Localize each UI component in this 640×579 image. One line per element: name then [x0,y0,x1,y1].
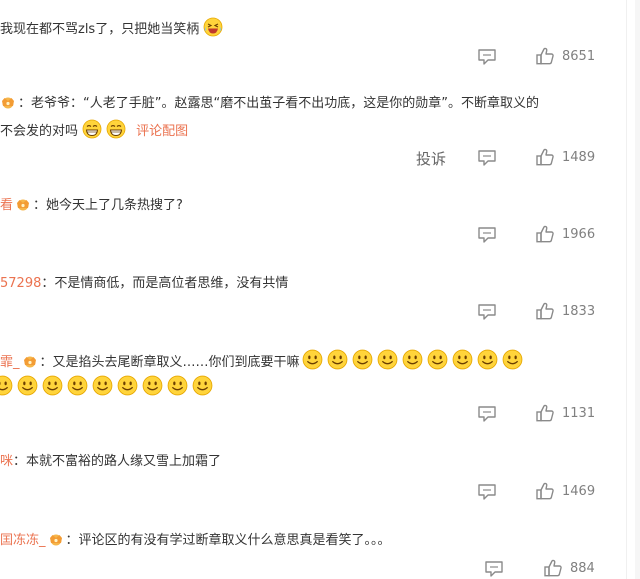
smile-emoji-icon [352,349,373,370]
smile-emoji-icon [452,349,473,370]
grin-emoji-icon [82,119,102,139]
thumb-up-icon [543,558,563,578]
comment-button[interactable] [477,302,497,322]
thumb-up-icon [535,224,555,244]
like-button[interactable]: 1489 [535,147,595,167]
thumb-up-icon [535,403,555,423]
scrollbar-track[interactable] [635,0,640,579]
like-button[interactable]: 1833 [535,301,595,321]
comment-body: 我现在都不骂zls了，只把她当笑柄 [0,17,610,40]
smile-emoji-icon [477,349,498,370]
grin-emoji-icon [106,119,126,139]
like-button[interactable]: 1131 [535,403,595,423]
smile-emoji-icon [42,375,63,396]
comment-icon [477,48,497,66]
crown-badge-icon [15,197,31,211]
like-button[interactable]: 1469 [535,481,595,501]
comment-button[interactable] [477,225,497,245]
like-count: 884 [570,560,595,576]
comment-button[interactable] [477,148,497,168]
comment-button[interactable] [477,482,497,502]
comment-body: 57298：不是情商低，而是高位者思维，没有共情 [0,276,289,291]
comment-text: 又是掐头去尾断章取义……你们到底要干嘛 [52,355,300,370]
like-count: 1131 [562,405,596,421]
smile-emoji-icon [117,375,138,396]
laugh-cry-emoji-icon [203,17,223,37]
comment-picture-link[interactable]: 评论配图 [136,124,188,139]
like-count: 1966 [562,226,596,242]
comment-body: 看：她今天上了几条热搜了? [0,197,183,213]
smile-emoji-icon [192,375,213,396]
crown-badge-icon [22,354,38,368]
comment-icon [477,405,497,423]
username-link[interactable]: 看 [0,198,13,213]
smile-emoji-icon [142,375,163,396]
comment-icon [477,149,497,167]
like-button[interactable]: 884 [543,558,595,578]
username-link[interactable]: 囯冻冻_ [0,533,46,548]
comment-body: 囯冻冻_ ：评论区的有没有学过断章取义什么意思真是看笑了。。。 [0,532,391,548]
comment-icon [477,483,497,501]
smile-emoji-icon [402,349,423,370]
comment-text: 她今天上了几条热搜了? [46,198,183,213]
smile-emoji-icon [0,375,13,396]
like-count: 1833 [562,303,596,319]
like-button[interactable]: 8651 [535,46,595,66]
comment-text: 我现在都不骂zls了，只把她当笑柄 [0,22,200,37]
thumb-up-icon [535,481,555,501]
comment-feed: 我现在都不骂zls了，只把她当笑柄 8651 ：老爷爷：“人老了手脏”。赵露思“… [0,0,626,579]
comment-text: 评论区的有没有学过断章取义什么意思真是看笑了。。。 [78,533,391,548]
comment-body: 咪：本就不富裕的路人缘又雪上加霜了 [0,454,222,469]
comment-text: 老爷爷：“人老了手脏”。赵露思“磨不出茧子看不出功底，这是你的勋章”。不断章取义… [31,96,539,111]
comment-text: 本就不富裕的路人缘又雪上加霜了 [26,454,222,469]
smile-emoji-icon [67,375,88,396]
comment-icon [484,560,504,578]
thumb-up-icon [535,301,555,321]
crown-badge-icon [0,95,16,109]
like-count: 1469 [562,483,596,499]
emoji-row [0,375,602,399]
thumb-up-icon [535,46,555,66]
comment-button[interactable] [477,47,497,67]
smile-emoji-icon [17,375,38,396]
smile-emoji-icon [327,349,348,370]
comment-body: 霏_ ：又是掐头去尾断章取义……你们到底要干嘛 [0,349,610,373]
right-scroll-edge[interactable] [626,0,640,579]
username-link[interactable]: 57298 [0,276,41,291]
comment-text: 不会发的对吗 [0,124,79,139]
smile-emoji-icon [377,349,398,370]
like-button[interactable]: 1966 [535,224,595,244]
comment-text: 不是情商低，而是高位者思维，没有共情 [54,276,289,291]
smile-emoji-icon [92,375,113,396]
smile-emoji-icon [302,349,323,370]
comment-button[interactable] [484,559,504,579]
crown-badge-icon [48,532,64,546]
username-link[interactable]: 咪 [0,454,13,469]
like-count: 1489 [562,149,596,165]
username-link[interactable]: 霏_ [0,355,20,370]
smile-emoji-icon [167,375,188,396]
smile-emoji-icon [502,349,523,370]
comment-icon [477,226,497,244]
comment-button[interactable] [477,404,497,424]
comment-body: ：老爷爷：“人老了手脏”。赵露思“磨不出茧子看不出功底，这是你的勋章”。不断章取… [0,94,610,114]
comment-body-line2: 不会发的对吗 评论配图 [0,119,610,142]
like-count: 8651 [562,48,596,64]
comment-icon [477,303,497,321]
smile-emoji-icon [427,349,448,370]
report-button[interactable]: 投诉 [416,148,446,169]
thumb-up-icon [535,147,555,167]
